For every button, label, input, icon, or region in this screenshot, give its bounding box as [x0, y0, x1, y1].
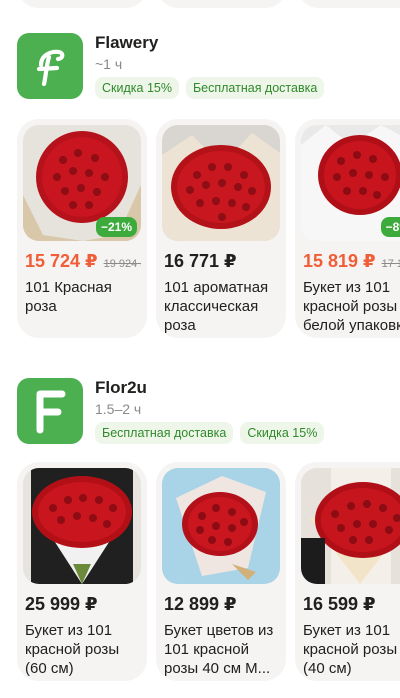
- product-price: 16 771 ₽: [164, 251, 237, 271]
- previous-section-cards: [18, 0, 400, 8]
- product-card[interactable]: 12 899 ₽ Букет цветов из 101 красной роз…: [156, 462, 286, 681]
- product-image: [301, 468, 400, 584]
- previous-card[interactable]: [298, 0, 400, 8]
- free-delivery-badge: Бесплатная доставка: [95, 422, 234, 444]
- discount-label: −8%: [380, 217, 400, 237]
- product-card[interactable]: 25 999 ₽ Букет из 101 красной розы (60 с…: [17, 462, 147, 681]
- product-price: 12 899 ₽: [164, 594, 237, 614]
- product-title: Букет из 101 красной розы (60 см): [25, 622, 120, 677]
- product-image: [162, 125, 280, 241]
- shop-logo[interactable]: [17, 33, 83, 99]
- discount-badge: Скидка 15%: [240, 422, 325, 444]
- old-price: 17 194 ₽: [381, 258, 400, 270]
- product-title: 101 ароматная классическая роза: [164, 279, 269, 334]
- shop-logo[interactable]: [17, 378, 83, 444]
- product-card[interactable]: −21% 15 724 ₽ 19 924 ₽ 101 Красная роза: [17, 119, 147, 338]
- discount-label: −21%: [95, 217, 137, 237]
- product-card[interactable]: −8% 15 819 ₽ 17 194 ₽ Букет из 101 красн…: [295, 119, 400, 338]
- product-carousel[interactable]: −21% 15 724 ₽ 19 924 ₽ 101 Красная роза: [17, 119, 400, 338]
- product-price: 15 724 ₽: [25, 251, 98, 271]
- previous-card[interactable]: [18, 0, 146, 8]
- product-card[interactable]: 16 771 ₽ 101 ароматная классическая роза: [156, 119, 286, 338]
- product-image: [23, 468, 141, 584]
- product-image: −8%: [301, 125, 400, 241]
- flawery-logo-icon: [36, 49, 65, 87]
- product-carousel[interactable]: 25 999 ₽ Букет из 101 красной розы (60 с…: [17, 462, 400, 681]
- shop-section-flawery: Flawery ~1 ч Скидка 15% Бесплатная доста…: [0, 33, 400, 338]
- discount-badge: Скидка 15%: [95, 77, 179, 99]
- product-price: 15 819 ₽: [303, 251, 376, 271]
- delivery-time: 1.5–2 ч: [95, 401, 142, 417]
- shop-header[interactable]: Flor2u 1.5–2 ч Бесплатная доставка Скидк…: [0, 378, 400, 458]
- free-delivery-badge: Бесплатная доставка: [185, 77, 325, 99]
- product-title: 101 Красная роза: [25, 279, 112, 315]
- shop-name: Flawery: [95, 33, 159, 52]
- product-card[interactable]: 16 599 ₽ Букет из 101 красной розы (40 с…: [295, 462, 400, 681]
- shop-header[interactable]: Flawery ~1 ч Скидка 15% Бесплатная доста…: [0, 33, 400, 113]
- previous-card[interactable]: [158, 0, 286, 8]
- product-price: 25 999 ₽: [25, 594, 98, 614]
- shop-section-flor2u: Flor2u 1.5–2 ч Бесплатная доставка Скидк…: [0, 378, 400, 681]
- product-title: Букет цветов из 101 красной розы 40 см M…: [164, 622, 274, 677]
- product-title: Букет из 101 красной розы в белой упаков…: [303, 279, 400, 334]
- product-image: −21%: [23, 125, 141, 241]
- product-image: [162, 468, 280, 584]
- flor2u-logo-icon: [36, 390, 66, 434]
- shop-name: Flor2u: [95, 378, 147, 397]
- delivery-time: ~1 ч: [95, 56, 123, 72]
- old-price: 19 924 ₽: [103, 258, 141, 270]
- page: Flawery ~1 ч Скидка 15% Бесплатная доста…: [0, 0, 400, 698]
- shop-badges: Скидка 15% Бесплатная доставка: [95, 77, 325, 99]
- product-title: Букет из 101 красной розы (40 см): [303, 622, 398, 677]
- shop-badges: Бесплатная доставка Скидка 15%: [95, 422, 325, 444]
- product-price: 16 599 ₽: [303, 594, 376, 614]
